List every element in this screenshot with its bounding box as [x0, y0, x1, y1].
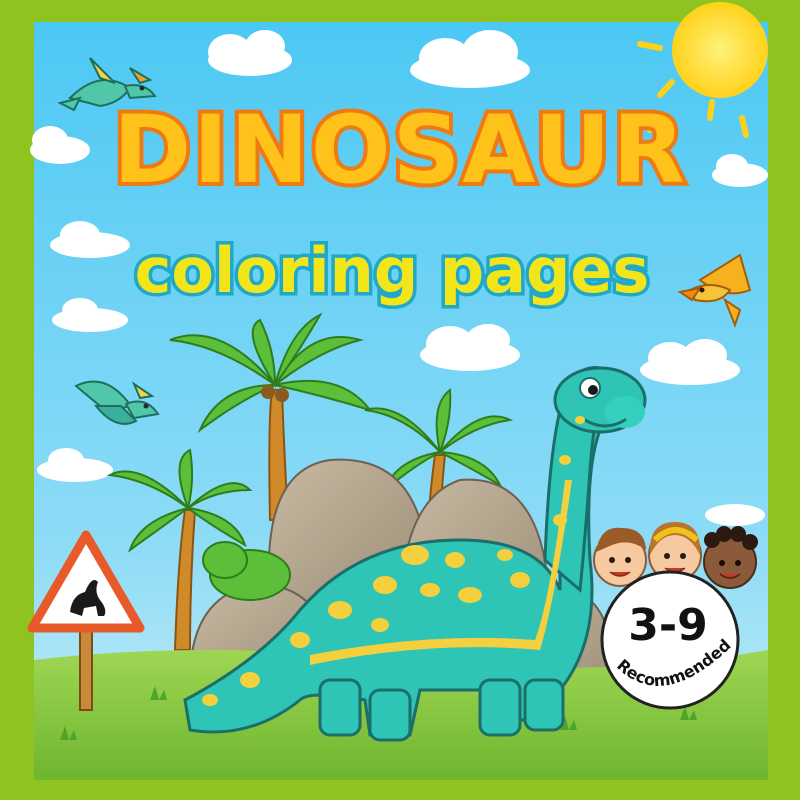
cloud [705, 504, 765, 526]
cover-illustration: DINOSAUR coloring pages 3-9 Recommended [0, 0, 800, 800]
kid-face [703, 526, 758, 589]
age-range: 3-9 [628, 600, 708, 651]
book-subtitle: coloring pages [135, 234, 650, 307]
book-cover: DINOSAUR coloring pages 3-9 Recommended [0, 0, 800, 800]
book-title: DINOSAUR [113, 96, 687, 205]
kid-face [593, 527, 647, 587]
cloud [208, 30, 292, 76]
cloud [420, 324, 520, 371]
